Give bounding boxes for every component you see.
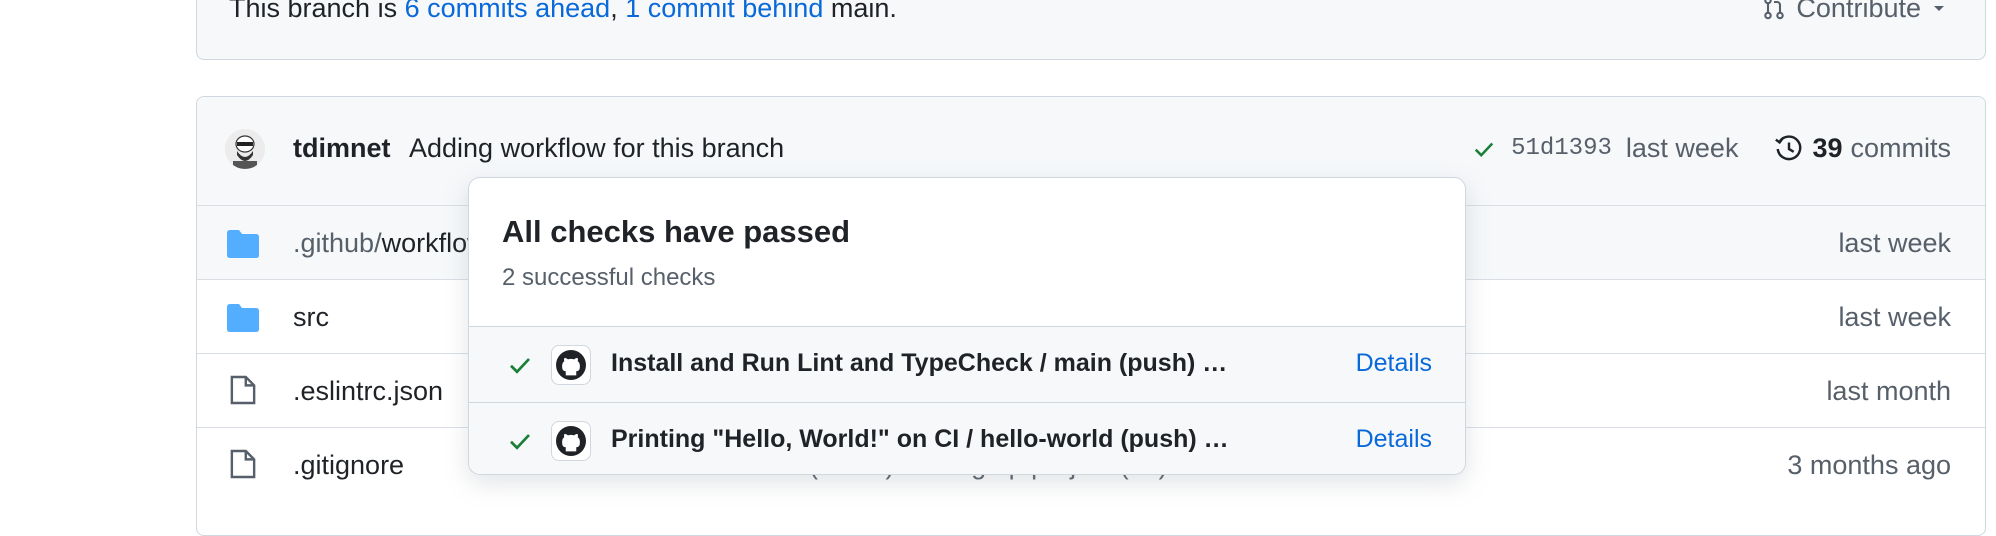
branch-status-comma: , <box>610 0 618 23</box>
commit-meta: 51d1393 last week 39 commits <box>1471 133 1951 164</box>
file-time: last week <box>1838 302 1951 332</box>
git-pull-request-icon <box>1764 0 1785 20</box>
commits-count: 39 <box>1812 133 1843 163</box>
contribute-label: Contribute <box>1796 0 1921 23</box>
check-run-row: Install and Run Lint and TypeCheck / mai… <box>469 326 1465 402</box>
commit-time: last week <box>1625 133 1739 163</box>
file-icon <box>230 449 256 479</box>
commit-author-link[interactable]: tdimnet <box>293 133 391 164</box>
check-run-name: Install and Run Lint and TypeCheck / mai… <box>611 349 1228 377</box>
commits-history-link[interactable]: 39 commits <box>1774 133 1951 164</box>
avatar-image <box>225 129 265 169</box>
history-icon <box>1775 134 1802 160</box>
popover-title: All checks have passed <box>502 214 851 249</box>
commit-sha-link[interactable]: 51d1393 <box>1511 135 1612 162</box>
check-run-row: Printing "Hello, World!" on CI / hello-w… <box>469 402 1465 474</box>
commits-label: commits <box>1850 133 1952 163</box>
commit-message-link[interactable]: Adding workflow for this branch <box>409 133 784 164</box>
file-time: last week <box>1838 228 1951 258</box>
branch-status-suffix: main. <box>830 0 897 23</box>
checks-popover: All checks have passed 2 successful chec… <box>468 177 1466 475</box>
popover-subtitle: 2 successful checks <box>502 264 716 291</box>
file-name[interactable]: src <box>293 302 329 333</box>
check-icon <box>510 358 530 374</box>
chevron-down-icon <box>1934 6 1944 11</box>
branch-status-prefix: This branch is <box>229 0 398 23</box>
folder-icon <box>227 304 259 332</box>
file-icon <box>230 375 256 405</box>
contribute-button[interactable]: Contribute <box>1762 0 1947 28</box>
github-actions-icon <box>551 345 591 385</box>
file-name[interactable]: .gitignore <box>293 450 404 481</box>
commits-ahead-link[interactable]: 6 commits ahead <box>405 0 611 23</box>
github-actions-icon <box>551 421 591 461</box>
check-icon <box>510 434 530 450</box>
file-name[interactable]: .eslintrc.json <box>293 376 443 407</box>
branch-status-box: This branch is 6 commits ahead, 1 commit… <box>196 0 1986 60</box>
check-run-name: Printing "Hello, World!" on CI / hello-w… <box>611 425 1229 453</box>
file-name-prefix: .github/ <box>293 228 382 258</box>
check-details-link[interactable]: Details <box>1356 349 1432 378</box>
check-details-link[interactable]: Details <box>1356 425 1432 454</box>
commits-behind-link[interactable]: 1 commit behind <box>625 0 823 23</box>
branch-status-text: This branch is 6 commits ahead, 1 commit… <box>229 0 897 28</box>
file-time: last month <box>1826 376 1951 406</box>
avatar[interactable] <box>225 129 265 169</box>
file-time: 3 months ago <box>1787 450 1951 480</box>
folder-icon <box>227 230 259 258</box>
check-icon[interactable] <box>1471 138 1497 160</box>
